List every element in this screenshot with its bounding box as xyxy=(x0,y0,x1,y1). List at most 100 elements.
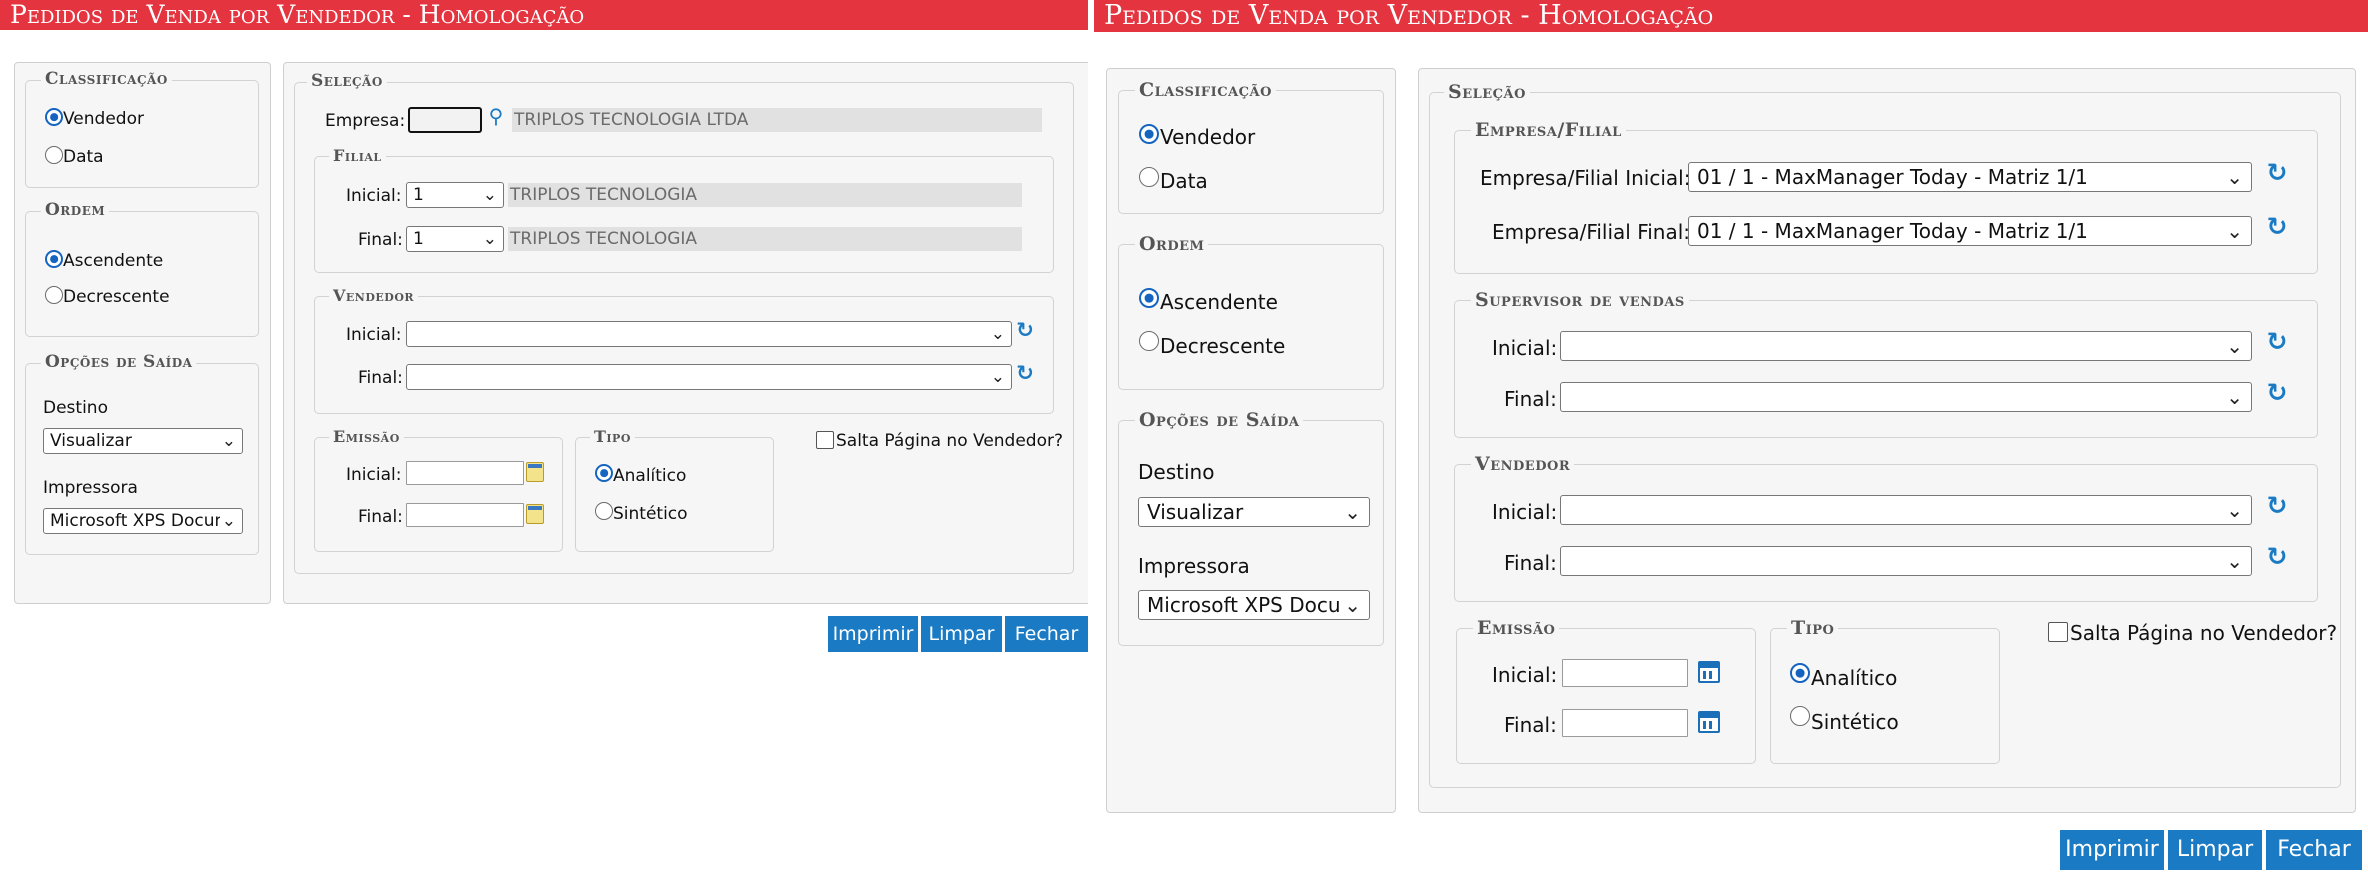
refresh-icon[interactable]: ↻ xyxy=(2264,327,2290,356)
impressora-select[interactable]: Microsoft XPS Document Writer ⌄ xyxy=(1138,590,1370,620)
radio-ascendente-label: Ascendente xyxy=(63,251,164,271)
emissao-final-input[interactable] xyxy=(406,503,524,527)
empresa-filial-inicial-value: 01 / 1 - MaxManager Today - Matriz 1/1 xyxy=(1697,165,2088,189)
chevron-down-icon: ⌄ xyxy=(221,511,236,531)
salta-pagina-checkbox[interactable] xyxy=(816,431,834,449)
refresh-icon[interactable]: ↻ xyxy=(2264,158,2290,187)
empresa-filial-title: Empresa/Filial xyxy=(1471,119,1626,141)
chevron-down-icon: ⌄ xyxy=(990,324,1005,344)
imprimir-button[interactable]: Imprimir xyxy=(2060,830,2164,870)
ordem-title: Ordem xyxy=(41,200,110,220)
vendedor-inicial-select[interactable]: ⌄ xyxy=(1560,495,2252,525)
fechar-button[interactable]: Fechar xyxy=(2266,830,2362,870)
emissao-inicial-label: Inicial: xyxy=(1492,663,1558,687)
classificacao-fieldset xyxy=(1118,90,1384,214)
radio-ascendente[interactable] xyxy=(1139,288,1159,308)
chevron-down-icon: ⌄ xyxy=(2226,549,2243,573)
empresa-code-input[interactable] xyxy=(408,107,482,133)
empresa-filial-final-select[interactable]: 01 / 1 - MaxManager Today - Matriz 1/1 ⌄ xyxy=(1688,216,2252,246)
refresh-icon[interactable]: ↻ xyxy=(2264,542,2290,571)
supervisor-final-select[interactable]: ⌄ xyxy=(1560,382,2252,412)
refresh-icon[interactable]: ↻ xyxy=(2264,491,2290,520)
calendar-icon[interactable] xyxy=(1698,711,1720,733)
chevron-down-icon: ⌄ xyxy=(2226,334,2243,358)
salta-pagina-checkbox[interactable] xyxy=(2048,622,2068,642)
radio-vendedor-label: Vendedor xyxy=(63,109,144,129)
ordem-fieldset xyxy=(25,211,259,337)
filial-fieldset xyxy=(314,156,1054,273)
radio-data[interactable] xyxy=(45,146,63,164)
left-screen: Pedidos de Venda por Vendedor - Homologa… xyxy=(0,0,1088,878)
vendedor-inicial-select[interactable]: ⌄ xyxy=(406,321,1012,347)
classificacao-title: Classificação xyxy=(41,69,172,89)
vendedor-inicial-label: Inicial: xyxy=(346,325,402,345)
calendar-icon[interactable] xyxy=(1698,661,1720,683)
emissao-title: Emissão xyxy=(329,427,404,446)
impressora-value: Microsoft XPS Document Writer xyxy=(50,511,220,531)
radio-decrescente-label: Decrescente xyxy=(1160,334,1286,358)
destino-select[interactable]: Visualizar ⌄ xyxy=(1138,497,1370,527)
vendedor-final-select[interactable]: ⌄ xyxy=(406,364,1012,390)
chevron-down-icon: ⌄ xyxy=(1344,593,1361,617)
radio-decrescente[interactable] xyxy=(45,286,63,304)
salta-pagina-label: Salta Página no Vendedor? xyxy=(836,431,1064,451)
filial-inicial-select[interactable]: 1 ⌄ xyxy=(406,182,504,208)
filial-inicial-label: Inicial: xyxy=(346,186,402,206)
radio-analitico[interactable] xyxy=(595,464,613,482)
radio-sintetico[interactable] xyxy=(1790,706,1810,726)
radio-data-label: Data xyxy=(63,147,104,167)
emissao-final-label: Final: xyxy=(358,507,403,527)
radio-sintetico-label: Sintético xyxy=(613,504,688,524)
imprimir-button[interactable]: Imprimir xyxy=(828,616,918,652)
window-title-bar: Pedidos de Venda por Vendedor - Homologa… xyxy=(0,0,1088,30)
supervisor-fieldset xyxy=(1454,300,2318,438)
emissao-final-input[interactable] xyxy=(1562,709,1688,737)
ordem-fieldset xyxy=(1118,244,1384,390)
ordem-title: Ordem xyxy=(1135,233,1209,255)
filial-inicial-value: 1 xyxy=(413,185,424,205)
supervisor-inicial-select[interactable]: ⌄ xyxy=(1560,331,2252,361)
empresa-filial-final-value: 01 / 1 - MaxManager Today - Matriz 1/1 xyxy=(1697,219,2088,243)
limpar-button[interactable]: Limpar xyxy=(2168,830,2262,870)
search-icon[interactable]: ⚲ xyxy=(485,104,507,128)
radio-analitico-label: Analítico xyxy=(1811,666,1898,690)
chevron-down-icon: ⌄ xyxy=(221,431,236,451)
radio-sintetico[interactable] xyxy=(595,502,613,520)
window-title-bar: Pedidos de Venda por Vendedor - Homologa… xyxy=(1094,0,2368,32)
radio-vendedor[interactable] xyxy=(45,108,63,126)
radio-ascendente[interactable] xyxy=(45,250,63,268)
refresh-icon[interactable]: ↻ xyxy=(2264,212,2290,241)
calendar-icon[interactable] xyxy=(526,504,544,524)
limpar-button[interactable]: Limpar xyxy=(921,616,1002,652)
refresh-icon[interactable]: ↻ xyxy=(1014,318,1036,342)
radio-data-label: Data xyxy=(1160,169,1208,193)
radio-analitico[interactable] xyxy=(1790,663,1810,683)
impressora-select[interactable]: Microsoft XPS Document Writer ⌄ xyxy=(43,508,243,534)
emissao-inicial-input[interactable] xyxy=(406,461,524,485)
refresh-icon[interactable]: ↻ xyxy=(2264,378,2290,407)
tipo-title: Tipo xyxy=(590,427,635,446)
tipo-fieldset xyxy=(1770,628,2000,764)
vendedor-fieldset xyxy=(1454,464,2318,602)
destino-select[interactable]: Visualizar ⌄ xyxy=(43,428,243,454)
empresa-filial-final-label: Empresa/Filial Final: xyxy=(1492,220,1691,244)
selecao-title: Seleção xyxy=(307,71,387,91)
supervisor-title: Supervisor de vendas xyxy=(1471,289,1689,311)
filial-final-select[interactable]: 1 ⌄ xyxy=(406,226,504,252)
selecao-title: Seleção xyxy=(1444,81,1530,103)
refresh-icon[interactable]: ↻ xyxy=(1014,361,1036,385)
filial-inicial-name: TRIPLOS TECNOLOGIA xyxy=(508,183,1022,207)
empresa-filial-inicial-select[interactable]: 01 / 1 - MaxManager Today - Matriz 1/1 ⌄ xyxy=(1688,162,2252,192)
emissao-inicial-input[interactable] xyxy=(1562,659,1688,687)
fechar-button[interactable]: Fechar xyxy=(1005,616,1088,652)
radio-vendedor[interactable] xyxy=(1139,124,1159,144)
chevron-down-icon: ⌄ xyxy=(2226,219,2243,243)
vendedor-final-select[interactable]: ⌄ xyxy=(1560,546,2252,576)
emissao-title: Emissão xyxy=(1473,617,1560,639)
chevron-down-icon: ⌄ xyxy=(482,185,497,205)
radio-data[interactable] xyxy=(1139,167,1159,187)
calendar-icon[interactable] xyxy=(526,462,544,482)
radio-decrescente[interactable] xyxy=(1139,331,1159,351)
radio-sintetico-label: Sintético xyxy=(1811,710,1899,734)
window-title: Pedidos de Venda por Vendedor - Homologa… xyxy=(1104,0,1714,31)
